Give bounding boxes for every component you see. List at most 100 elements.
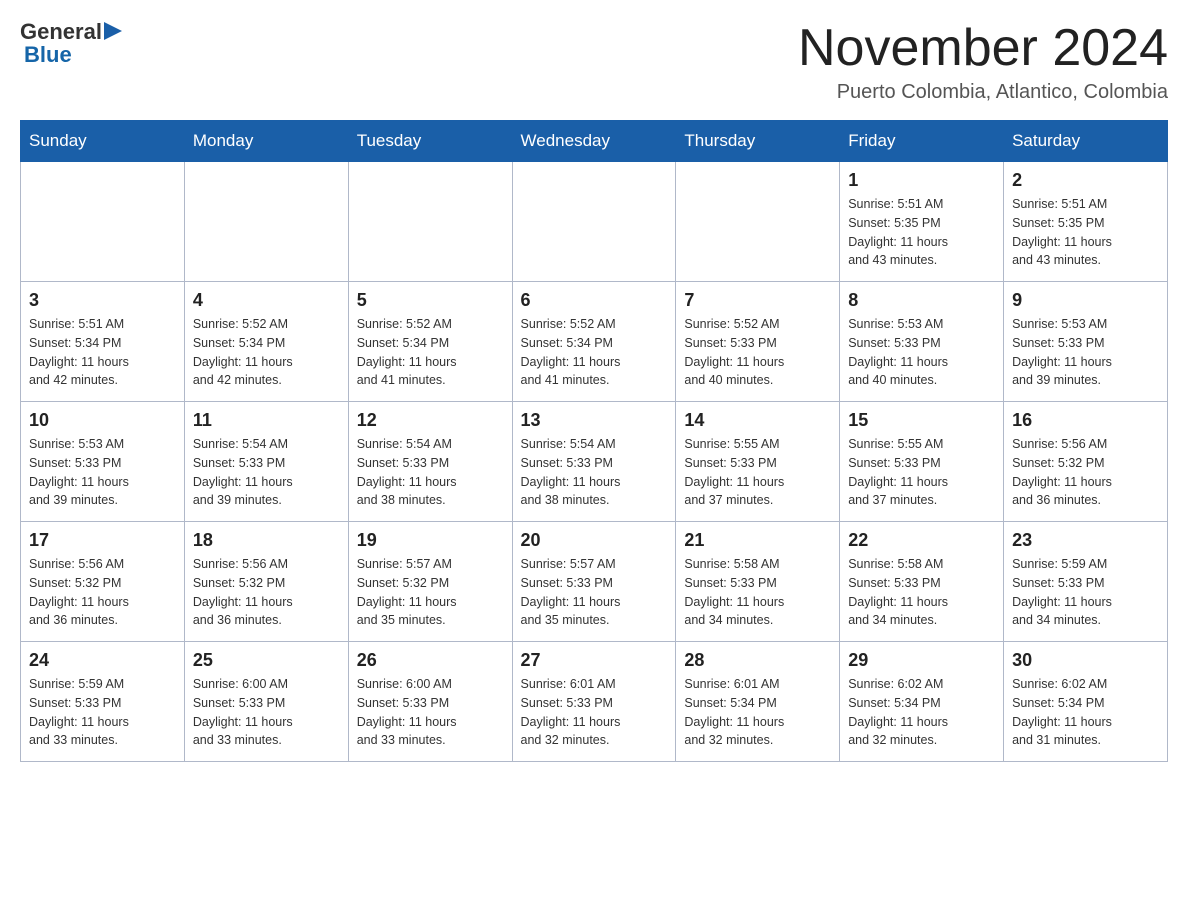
logo-blue: Blue xyxy=(24,42,72,68)
calendar-cell: 29 Sunrise: 6:02 AM Sunset: 5:34 PM Dayli… xyxy=(840,642,1004,762)
day-number: 11 xyxy=(193,410,340,431)
day-info: Sunrise: 5:58 AM Sunset: 5:33 PM Dayligh… xyxy=(848,555,995,630)
day-number: 30 xyxy=(1012,650,1159,671)
weekday-header-sunday: Sunday xyxy=(21,121,185,162)
day-number: 1 xyxy=(848,170,995,191)
day-info: Sunrise: 5:52 AM Sunset: 5:33 PM Dayligh… xyxy=(684,315,831,390)
calendar-cell: 21 Sunrise: 5:58 AM Sunset: 5:33 PM Dayli… xyxy=(676,522,840,642)
calendar-cell: 10Sunrise: 5:53 AM Sunset: 5:33 PM Dayli… xyxy=(21,402,185,522)
calendar-cell xyxy=(21,162,185,282)
day-number: 13 xyxy=(521,410,668,431)
day-number: 22 xyxy=(848,530,995,551)
calendar-cell: 7 Sunrise: 5:52 AM Sunset: 5:33 PM Daylig… xyxy=(676,282,840,402)
day-info: Sunrise: 5:53 AM Sunset: 5:33 PM Dayligh… xyxy=(1012,315,1159,390)
calendar-cell: 16 Sunrise: 5:56 AM Sunset: 5:32 PM Dayli… xyxy=(1004,402,1168,522)
day-info: Sunrise: 6:00 AM Sunset: 5:33 PM Dayligh… xyxy=(357,675,504,750)
day-number: 20 xyxy=(521,530,668,551)
day-number: 17 xyxy=(29,530,176,551)
calendar-week-2: 3 Sunrise: 5:51 AM Sunset: 5:34 PM Daylig… xyxy=(21,282,1168,402)
day-info: Sunrise: 5:57 AM Sunset: 5:32 PM Dayligh… xyxy=(357,555,504,630)
day-info: Sunrise: 5:56 AM Sunset: 5:32 PM Dayligh… xyxy=(1012,435,1159,510)
day-number: 23 xyxy=(1012,530,1159,551)
day-number: 19 xyxy=(357,530,504,551)
day-info: Sunrise: 5:55 AM Sunset: 5:33 PM Dayligh… xyxy=(848,435,995,510)
calendar-cell: 23Sunrise: 5:59 AM Sunset: 5:33 PM Dayli… xyxy=(1004,522,1168,642)
calendar-cell xyxy=(512,162,676,282)
day-info: Sunrise: 5:54 AM Sunset: 5:33 PM Dayligh… xyxy=(521,435,668,510)
month-title: November 2024 xyxy=(798,20,1168,77)
day-info: Sunrise: 5:55 AM Sunset: 5:33 PM Dayligh… xyxy=(684,435,831,510)
calendar-cell: 17 Sunrise: 5:56 AM Sunset: 5:32 PM Dayli… xyxy=(21,522,185,642)
day-number: 10 xyxy=(29,410,176,431)
day-info: Sunrise: 6:02 AM Sunset: 5:34 PM Dayligh… xyxy=(848,675,995,750)
day-number: 7 xyxy=(684,290,831,311)
day-info: Sunrise: 5:57 AM Sunset: 5:33 PM Dayligh… xyxy=(521,555,668,630)
day-info: Sunrise: 5:54 AM Sunset: 5:33 PM Dayligh… xyxy=(357,435,504,510)
day-number: 25 xyxy=(193,650,340,671)
day-number: 16 xyxy=(1012,410,1159,431)
calendar-cell: 18Sunrise: 5:56 AM Sunset: 5:32 PM Dayli… xyxy=(184,522,348,642)
logo-general: General xyxy=(20,20,102,44)
day-info: Sunrise: 5:56 AM Sunset: 5:32 PM Dayligh… xyxy=(29,555,176,630)
day-info: Sunrise: 6:01 AM Sunset: 5:34 PM Dayligh… xyxy=(684,675,831,750)
day-number: 6 xyxy=(521,290,668,311)
day-info: Sunrise: 5:59 AM Sunset: 5:33 PM Dayligh… xyxy=(29,675,176,750)
calendar-header: SundayMondayTuesdayWednesdayThursdayFrid… xyxy=(21,121,1168,162)
day-info: Sunrise: 6:00 AM Sunset: 5:33 PM Dayligh… xyxy=(193,675,340,750)
day-number: 3 xyxy=(29,290,176,311)
day-number: 24 xyxy=(29,650,176,671)
weekday-header-thursday: Thursday xyxy=(676,121,840,162)
calendar-cell: 12 Sunrise: 5:54 AM Sunset: 5:33 PM Dayli… xyxy=(348,402,512,522)
day-info: Sunrise: 5:58 AM Sunset: 5:33 PM Dayligh… xyxy=(684,555,831,630)
calendar-cell: 27Sunrise: 6:01 AM Sunset: 5:33 PM Dayli… xyxy=(512,642,676,762)
day-number: 15 xyxy=(848,410,995,431)
calendar-cell: 30 Sunrise: 6:02 AM Sunset: 5:34 PM Dayli… xyxy=(1004,642,1168,762)
day-number: 12 xyxy=(357,410,504,431)
day-info: Sunrise: 5:52 AM Sunset: 5:34 PM Dayligh… xyxy=(521,315,668,390)
day-info: Sunrise: 5:52 AM Sunset: 5:34 PM Dayligh… xyxy=(193,315,340,390)
day-number: 4 xyxy=(193,290,340,311)
day-info: Sunrise: 5:51 AM Sunset: 5:34 PM Dayligh… xyxy=(29,315,176,390)
calendar-cell: 22 Sunrise: 5:58 AM Sunset: 5:33 PM Dayli… xyxy=(840,522,1004,642)
calendar-cell: 8 Sunrise: 5:53 AM Sunset: 5:33 PM Daylig… xyxy=(840,282,1004,402)
calendar-body: 1Sunrise: 5:51 AM Sunset: 5:35 PM Daylig… xyxy=(21,162,1168,762)
weekday-header-monday: Monday xyxy=(184,121,348,162)
day-number: 26 xyxy=(357,650,504,671)
day-info: Sunrise: 6:02 AM Sunset: 5:34 PM Dayligh… xyxy=(1012,675,1159,750)
day-number: 29 xyxy=(848,650,995,671)
calendar-cell xyxy=(676,162,840,282)
calendar-cell: 3 Sunrise: 5:51 AM Sunset: 5:34 PM Daylig… xyxy=(21,282,185,402)
day-number: 8 xyxy=(848,290,995,311)
day-info: Sunrise: 5:52 AM Sunset: 5:34 PM Dayligh… xyxy=(357,315,504,390)
calendar-cell: 15 Sunrise: 5:55 AM Sunset: 5:33 PM Dayli… xyxy=(840,402,1004,522)
calendar-cell: 4 Sunrise: 5:52 AM Sunset: 5:34 PM Daylig… xyxy=(184,282,348,402)
calendar-cell: 2Sunrise: 5:51 AM Sunset: 5:35 PM Daylig… xyxy=(1004,162,1168,282)
calendar-cell xyxy=(184,162,348,282)
calendar-cell: 25 Sunrise: 6:00 AM Sunset: 5:33 PM Dayli… xyxy=(184,642,348,762)
calendar-cell: 19 Sunrise: 5:57 AM Sunset: 5:32 PM Dayli… xyxy=(348,522,512,642)
calendar-cell: 28 Sunrise: 6:01 AM Sunset: 5:34 PM Dayli… xyxy=(676,642,840,762)
calendar-cell: 20 Sunrise: 5:57 AM Sunset: 5:33 PM Dayli… xyxy=(512,522,676,642)
page-header: General Blue November 2024 Puerto Colomb… xyxy=(20,20,1168,104)
calendar-cell: 13 Sunrise: 5:54 AM Sunset: 5:33 PM Dayli… xyxy=(512,402,676,522)
day-number: 14 xyxy=(684,410,831,431)
location-title: Puerto Colombia, Atlantico, Colombia xyxy=(798,81,1168,104)
logo-arrow-icon xyxy=(104,22,122,40)
calendar-week-5: 24 Sunrise: 5:59 AM Sunset: 5:33 PM Dayli… xyxy=(21,642,1168,762)
calendar-cell: 6 Sunrise: 5:52 AM Sunset: 5:34 PM Daylig… xyxy=(512,282,676,402)
calendar-cell: 24 Sunrise: 5:59 AM Sunset: 5:33 PM Dayli… xyxy=(21,642,185,762)
day-info: Sunrise: 5:56 AM Sunset: 5:32 PM Dayligh… xyxy=(193,555,340,630)
day-info: Sunrise: 5:53 AM Sunset: 5:33 PM Dayligh… xyxy=(848,315,995,390)
calendar-cell: 1Sunrise: 5:51 AM Sunset: 5:35 PM Daylig… xyxy=(840,162,1004,282)
day-number: 9 xyxy=(1012,290,1159,311)
calendar-week-1: 1Sunrise: 5:51 AM Sunset: 5:35 PM Daylig… xyxy=(21,162,1168,282)
weekday-header-friday: Friday xyxy=(840,121,1004,162)
calendar-cell: 5 Sunrise: 5:52 AM Sunset: 5:34 PM Daylig… xyxy=(348,282,512,402)
calendar-week-3: 10Sunrise: 5:53 AM Sunset: 5:33 PM Dayli… xyxy=(21,402,1168,522)
day-number: 5 xyxy=(357,290,504,311)
day-number: 21 xyxy=(684,530,831,551)
calendar-week-4: 17 Sunrise: 5:56 AM Sunset: 5:32 PM Dayli… xyxy=(21,522,1168,642)
day-number: 28 xyxy=(684,650,831,671)
day-info: Sunrise: 6:01 AM Sunset: 5:33 PM Dayligh… xyxy=(521,675,668,750)
calendar-cell: 26 Sunrise: 6:00 AM Sunset: 5:33 PM Dayli… xyxy=(348,642,512,762)
